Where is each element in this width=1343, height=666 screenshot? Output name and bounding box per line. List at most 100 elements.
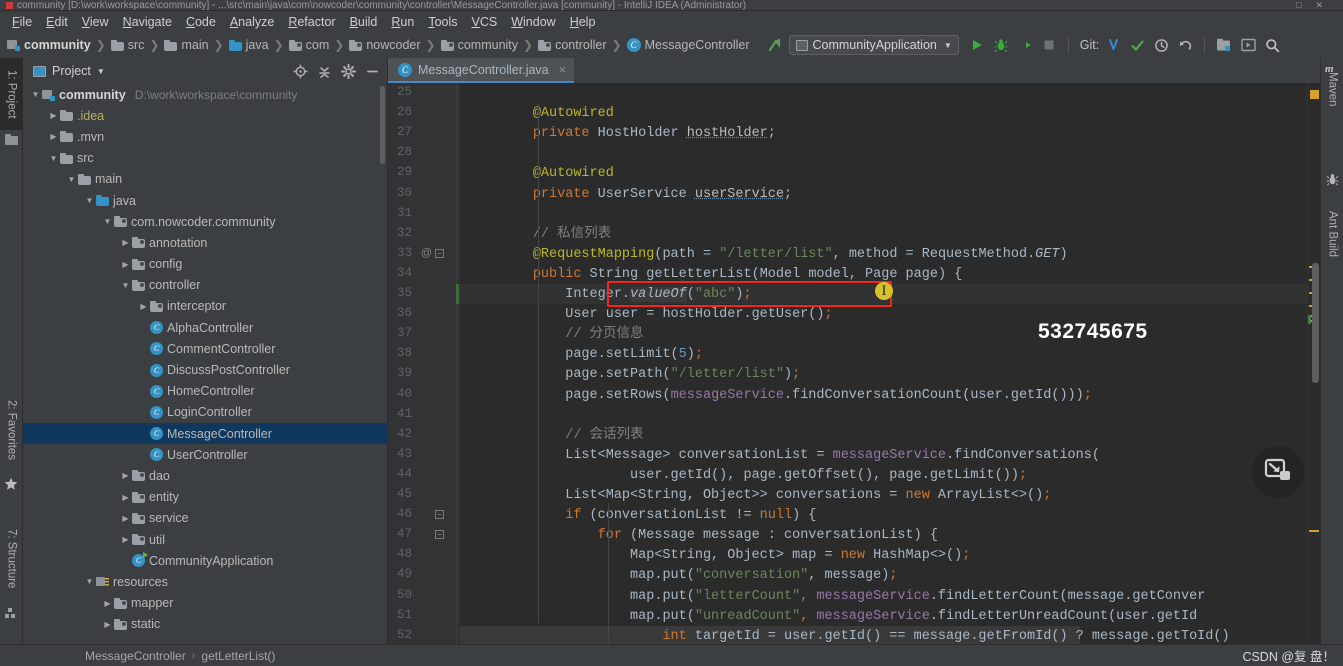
tab-message-controller[interactable]: C MessageController.java × [388,58,575,83]
chevron-right-icon[interactable]: ▶ [47,130,60,143]
run-button[interactable] [967,35,987,55]
close-icon[interactable]: × [559,62,567,77]
tool-tab-structure[interactable]: 7: Structure [0,516,23,602]
tool-tab-project[interactable]: 1: Project [0,58,23,130]
git-commit-icon[interactable] [1127,35,1147,55]
tree-row[interactable]: ▶ util [23,529,387,550]
chevron-down-icon[interactable]: ▼ [119,279,132,292]
debug-button[interactable] [991,35,1011,55]
restore-layout-widget[interactable] [1252,446,1304,498]
fold-icon[interactable]: − [435,248,444,258]
menu-run[interactable]: Run [384,13,421,31]
collapse-all-icon[interactable] [315,62,333,80]
chevron-right-icon[interactable]: ▶ [101,618,114,631]
chevron-right-icon[interactable]: ▶ [119,512,132,525]
tree-row[interactable]: ▶ entity [23,487,387,508]
hide-panel-icon[interactable] [363,62,381,80]
chevron-down-icon[interactable]: ▼ [97,67,105,76]
menu-edit[interactable]: Edit [39,13,75,31]
menu-code[interactable]: Code [179,13,223,31]
tree-row[interactable]: C MessageController [23,423,387,445]
chevron-down-icon[interactable]: ▼ [101,215,114,228]
menu-help[interactable]: Help [563,13,603,31]
gear-icon[interactable] [339,62,357,80]
tool-tab-favorites[interactable]: 2: Favorites [0,386,23,474]
tree-row[interactable]: ▼ community D:\work\workspace\community [23,84,387,105]
code-text-area[interactable]: 532745675 @Autowired private HostHolder … [460,83,1307,644]
tree-row[interactable]: ▼ controller [23,275,387,296]
breadcrumb-item-controller[interactable]: controller [535,37,609,53]
tree-scrollbar[interactable] [380,86,385,164]
breadcrumb-item-community[interactable]: community [4,37,94,53]
tree-row[interactable]: ▶ dao [23,465,387,486]
tree-row[interactable]: ▶ service [23,508,387,529]
annotation-gutter-icon[interactable]: @ [421,247,432,259]
tree-row[interactable]: ▼ main [23,169,387,190]
search-icon[interactable] [1262,35,1282,55]
menu-window[interactable]: Window [504,13,562,31]
tree-row[interactable]: ▶ .mvn [23,126,387,147]
chevron-right-icon[interactable]: ▶ [119,236,132,249]
chevron-down-icon[interactable]: ▼ [65,173,78,186]
tree-row[interactable]: ▼ java [23,190,387,211]
menu-tools[interactable]: Tools [421,13,464,31]
sdk-manager-icon[interactable] [1238,35,1258,55]
chevron-down-icon[interactable]: ▼ [47,152,60,165]
status-breadcrumb[interactable]: MessageController › getLetterList() [85,649,275,663]
chevron-down-icon[interactable]: ▼ [83,575,96,588]
menu-build[interactable]: Build [343,13,385,31]
menu-analyze[interactable]: Analyze [223,13,281,31]
menu-navigate[interactable]: Navigate [116,13,179,31]
tree-row[interactable]: C UserController [23,444,387,465]
menu-vcs[interactable]: VCS [465,13,505,31]
chevron-down-icon[interactable]: ▼ [83,194,96,207]
breadcrumb-item-community[interactable]: community [438,37,521,53]
menu-view[interactable]: View [75,13,116,31]
tree-row[interactable]: C HomeController [23,381,387,402]
breadcrumb-item-java[interactable]: java [226,37,272,53]
breadcrumb-item-com[interactable]: com [286,37,333,53]
breadcrumb-item-nowcoder[interactable]: nowcoder [346,37,423,53]
breadcrumb-item-main[interactable]: main [161,37,211,53]
breadcrumb-item-src[interactable]: src [108,37,148,53]
undo-icon[interactable] [1175,35,1195,55]
tree-row[interactable]: C AlphaController [23,317,387,338]
history-icon[interactable] [1151,35,1171,55]
scroll-from-source-icon[interactable] [291,62,309,80]
editor-scrollbar-thumb[interactable] [1312,263,1319,383]
project-tree[interactable]: ▼ community D:\work\workspace\community ▶ .i… [23,84,387,644]
chevron-right-icon[interactable]: ▶ [137,300,150,313]
git-update-icon[interactable] [1103,35,1123,55]
run-with-coverage-button[interactable] [1015,35,1035,55]
tree-row[interactable]: ▼ resources [23,571,387,592]
chevron-down-icon[interactable]: ▼ [29,88,42,101]
window-controls[interactable]: □✕ [1296,0,1337,10]
chevron-right-icon[interactable]: ▶ [119,533,132,546]
tree-row[interactable]: ▶ .idea [23,105,387,126]
chevron-right-icon[interactable]: ▶ [119,258,132,271]
project-structure-icon[interactable] [1214,35,1234,55]
breadcrumb-item-messagecontroller[interactable]: C MessageController [624,37,753,53]
tool-tab-ant-build[interactable]: Ant Build [1321,193,1343,275]
fold-icon[interactable]: − [435,530,444,540]
stop-button[interactable] [1039,35,1059,55]
tree-row[interactable]: ▼ src [23,148,387,169]
editor-marker-bar[interactable] [1307,83,1320,644]
tree-row[interactable]: ▶ interceptor [23,296,387,317]
tree-row[interactable]: ▶ static [23,614,387,635]
chevron-right-icon[interactable]: ▶ [119,491,132,504]
menu-refactor[interactable]: Refactor [281,13,342,31]
tree-row[interactable]: ▶ annotation [23,232,387,253]
tree-row[interactable]: C CommentController [23,338,387,359]
run-configuration-selector[interactable]: CommunityApplication ▼ [788,35,959,55]
editor-gutter[interactable]: 25 26 27 28 29 30 31 32 33 @ −34 35 36 37 38 39 40 41 42 43… [388,83,493,644]
marker-warning[interactable] [1310,90,1319,99]
chevron-right-icon[interactable]: ▶ [119,469,132,482]
tree-row[interactable]: ▼ com.nowcoder.community [23,211,387,232]
tree-row[interactable]: ▶ config [23,254,387,275]
chevron-right-icon[interactable]: ▶ [101,597,114,610]
tree-row[interactable]: C DiscussPostController [23,359,387,380]
tree-row[interactable]: C CommunityApplication [23,550,387,571]
fold-icon[interactable]: − [435,510,444,520]
breadcrumb[interactable]: community ❯ src ❯ main ❯ java ❯ com ❯ nowcoder ❯ com… [4,37,753,53]
